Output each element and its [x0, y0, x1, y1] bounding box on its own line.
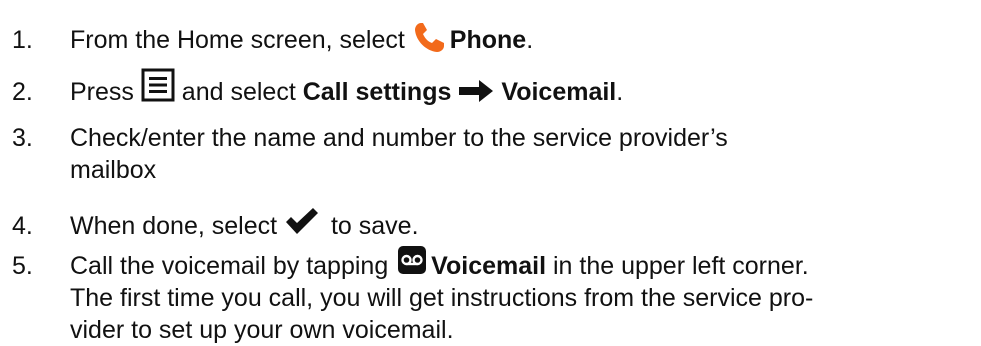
step-text-after: to save. [324, 212, 419, 240]
arrow-right-icon [457, 78, 495, 104]
step-text-after: . [616, 78, 624, 106]
step-text-line-2: The first time you call, you will get in… [70, 284, 814, 312]
voicemail-icon [397, 245, 427, 275]
step-text-before: Call the voicemail by tapping [70, 252, 396, 280]
step-text: Call the voicemail by tapping Voicemail … [70, 246, 970, 346]
step-text-line-2: mailbox [70, 156, 157, 184]
voicemail-setting-label: Voicemail [501, 78, 617, 106]
call-settings-label: Call settings [302, 78, 452, 106]
phone-icon [412, 21, 446, 55]
step-text: Check/enter the name and number to the s… [70, 122, 970, 186]
step-text-line-1: Check/enter the name and number to the s… [70, 124, 728, 152]
step-number: 2. [12, 78, 33, 106]
step-text: Press and select Call settings Voicemail. [70, 68, 970, 108]
menu-icon [141, 68, 175, 102]
step-number: 1. [12, 26, 33, 54]
step-text-before: Press [70, 78, 141, 106]
step-text-line-3: vider to set up your own voicemail. [70, 316, 454, 344]
step-text-before: When done, select [70, 212, 285, 240]
step-text-after: . [526, 26, 534, 54]
voicemail-label: Voicemail [431, 252, 547, 280]
step-number: 3. [12, 124, 33, 152]
checkmark-icon [284, 207, 320, 237]
step-text-before: From the Home screen, select [70, 26, 412, 54]
step-text-after: in the upper left corner. [546, 252, 809, 280]
step-text-middle: and select [174, 78, 303, 106]
step-number: 5. [12, 252, 33, 280]
step-number: 4. [12, 212, 33, 240]
phone-label: Phone [449, 26, 527, 54]
step-text: When done, select to save. [70, 207, 970, 242]
step-text: From the Home screen, select Phone. [70, 21, 970, 56]
